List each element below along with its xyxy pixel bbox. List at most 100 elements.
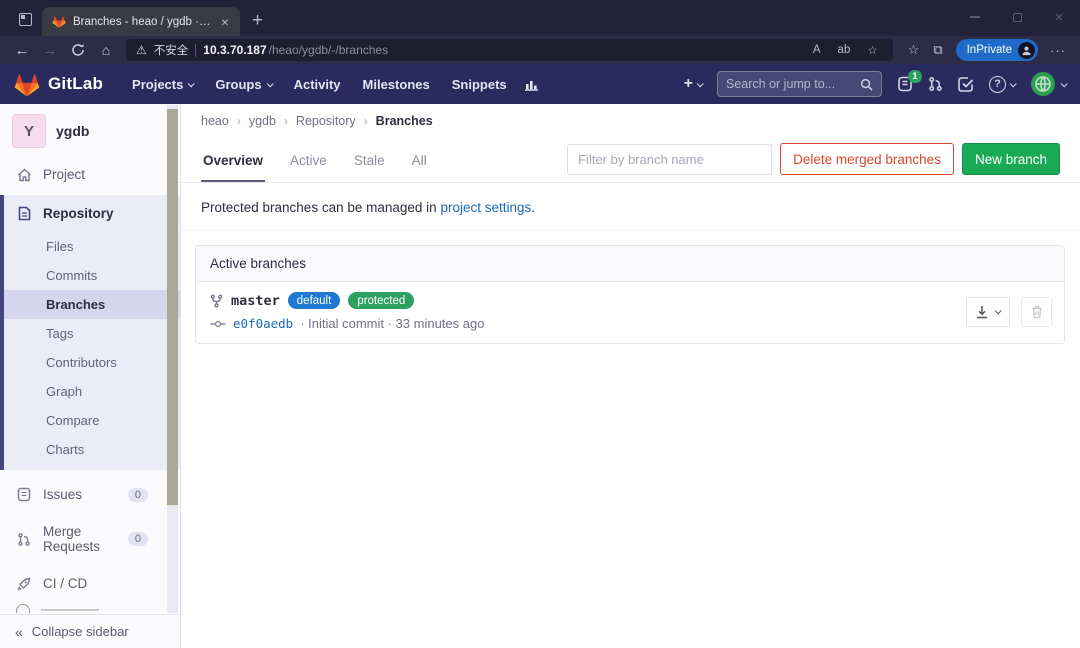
default-badge: default [288,292,341,309]
collapse-sidebar-button[interactable]: « Collapse sidebar [0,614,180,648]
main-content: heao › ygdb › Repository › Branches Over… [181,104,1080,648]
breadcrumb-project[interactable]: ygdb [249,114,276,128]
chevron-down-icon [1061,80,1068,87]
read-aloud-icon[interactable]: A [808,44,826,56]
sidebar-item-compare[interactable]: Compare [4,406,180,435]
gitlab-navbar-right: + 1 ? [684,71,1066,97]
rocket-icon [16,577,32,591]
url-host: 10.3.70.187 [203,43,266,57]
tab-stale[interactable]: Stale [352,138,387,181]
analytics-chart-icon[interactable] [524,78,539,91]
commit-hash-link[interactable]: e0f0aedb [233,316,293,331]
project-avatar: Y [12,114,46,148]
filter-branch-input[interactable] [567,144,772,175]
delete-merged-branches-button[interactable]: Delete merged branches [780,143,954,175]
issues-icon [16,487,32,502]
home-button[interactable]: ⌂ [92,42,120,58]
security-label[interactable]: 不安全 [154,42,189,58]
sidebar-item-graph[interactable]: Graph [4,377,180,406]
project-name: ygdb [56,123,89,139]
address-bar[interactable]: ⚠ 不安全 10.3.70.187 /heao/ygdb/-/branches … [126,39,893,61]
sidebar-item-merge-requests[interactable]: Merge Requests 0 [0,513,180,565]
project-header[interactable]: Y ygdb [0,104,180,156]
nav-item-groups[interactable]: Groups [204,77,282,92]
new-branch-button[interactable]: New branch [962,143,1060,175]
browser-toolbar: ← → ⌂ ⚠ 不安全 10.3.70.187 /heao/ygdb/-/bra… [0,36,1080,64]
sidebar-scrollbar-thumb[interactable] [167,109,178,505]
sidebar-item-charts[interactable]: Charts [4,435,180,464]
sidebar-item-partial[interactable] [0,602,180,613]
nav-item-snippets[interactable]: Snippets [441,77,518,92]
new-menu-button[interactable]: + [684,75,702,93]
window-controls: × [954,0,1080,34]
breadcrumb-current: Branches [376,114,433,128]
commit-meta: · Initial commit · 33 minutes ago [300,316,484,331]
tab-all[interactable]: All [410,138,429,181]
chevron-down-icon [697,80,704,87]
inprivate-badge[interactable]: InPrivate [956,39,1038,61]
todos-shortcut-button[interactable] [958,77,974,92]
tab-close-icon[interactable]: × [218,15,232,29]
help-icon: ? [989,76,1006,93]
sidebar-item-branches[interactable]: Branches [4,290,180,319]
profile-avatar [1018,42,1035,59]
protected-branches-note: Protected branches can be managed in pro… [181,183,1080,231]
maximize-icon [1013,13,1022,22]
sidebar-item-issues[interactable]: Issues 0 [0,476,180,513]
sidebar-item-contributors[interactable]: Contributors [4,348,180,377]
minimize-icon [970,16,980,18]
partial-nav-icon [16,604,30,613]
sidebar-item-project[interactable]: Project [0,156,180,193]
delete-branch-button[interactable] [1021,297,1052,327]
global-search[interactable] [717,71,882,97]
new-tab-button[interactable]: + [252,11,263,30]
window-minimize-button[interactable] [954,0,996,34]
search-input[interactable] [726,77,854,91]
download-branch-button[interactable] [966,297,1010,327]
partial-nav-label [41,609,99,613]
inprivate-label: InPrivate [967,44,1012,56]
tab-active[interactable]: Active [288,138,329,181]
collapse-chevrons-icon: « [15,624,23,640]
sidebar-item-tags[interactable]: Tags [4,319,180,348]
project-settings-link[interactable]: project settings [440,200,531,215]
breadcrumb-group[interactable]: heao [201,114,229,128]
tab-actions-menu-button[interactable] [10,6,40,32]
sidebar-scrollbar[interactable] [167,105,178,613]
browser-tab[interactable]: Branches - heao / ygdb · GitLab × [42,7,240,36]
back-button[interactable]: ← [8,42,36,59]
user-menu-button[interactable] [1030,71,1066,97]
refresh-button[interactable] [64,43,92,57]
branch-name-link[interactable]: master [231,293,280,309]
forward-button[interactable]: → [36,42,64,59]
tab-overview[interactable]: Overview [201,138,265,182]
collections-icon[interactable]: ⧉ [926,42,949,58]
breadcrumb-separator: › [364,114,368,128]
browser-menu-button[interactable]: ··· [1044,43,1072,58]
window-maximize-button[interactable] [996,0,1038,34]
breadcrumb-repository[interactable]: Repository [296,114,356,128]
person-icon [1021,45,1032,56]
help-menu-button[interactable]: ? [989,76,1015,93]
tab-title: Branches - heao / ygdb · GitLab [73,16,211,28]
sidebar-lower-items: Issues 0 Merge Requests 0 CI / CD [0,476,180,613]
nav-item-activity[interactable]: Activity [283,77,352,92]
sidebar-item-repository[interactable]: Repository [4,195,180,232]
favorites-bar-icon[interactable]: ☆ [901,42,927,58]
merge-requests-shortcut-button[interactable] [928,76,943,92]
tab-actions-icon [19,13,32,26]
project-sidebar: Y ygdb Project Repository Files Commits [0,104,181,648]
nav-item-projects[interactable]: Projects [121,77,204,92]
url-path: /heao/ygdb/-/branches [269,43,388,57]
sidebar-item-files[interactable]: Files [4,232,180,261]
gitlab-brand[interactable]: GitLab [14,72,103,97]
chevron-down-icon [266,80,273,87]
sidebar-item-cicd[interactable]: CI / CD [0,565,180,602]
issues-shortcut-button[interactable]: 1 [897,76,913,92]
translate-icon[interactable]: ab [833,44,856,56]
nav-item-milestones[interactable]: Milestones [352,77,441,92]
add-favorite-icon[interactable]: ☆ [862,43,882,57]
sidebar-item-commits[interactable]: Commits [4,261,180,290]
window-close-button[interactable]: × [1038,0,1080,34]
git-branch-icon [210,294,223,308]
